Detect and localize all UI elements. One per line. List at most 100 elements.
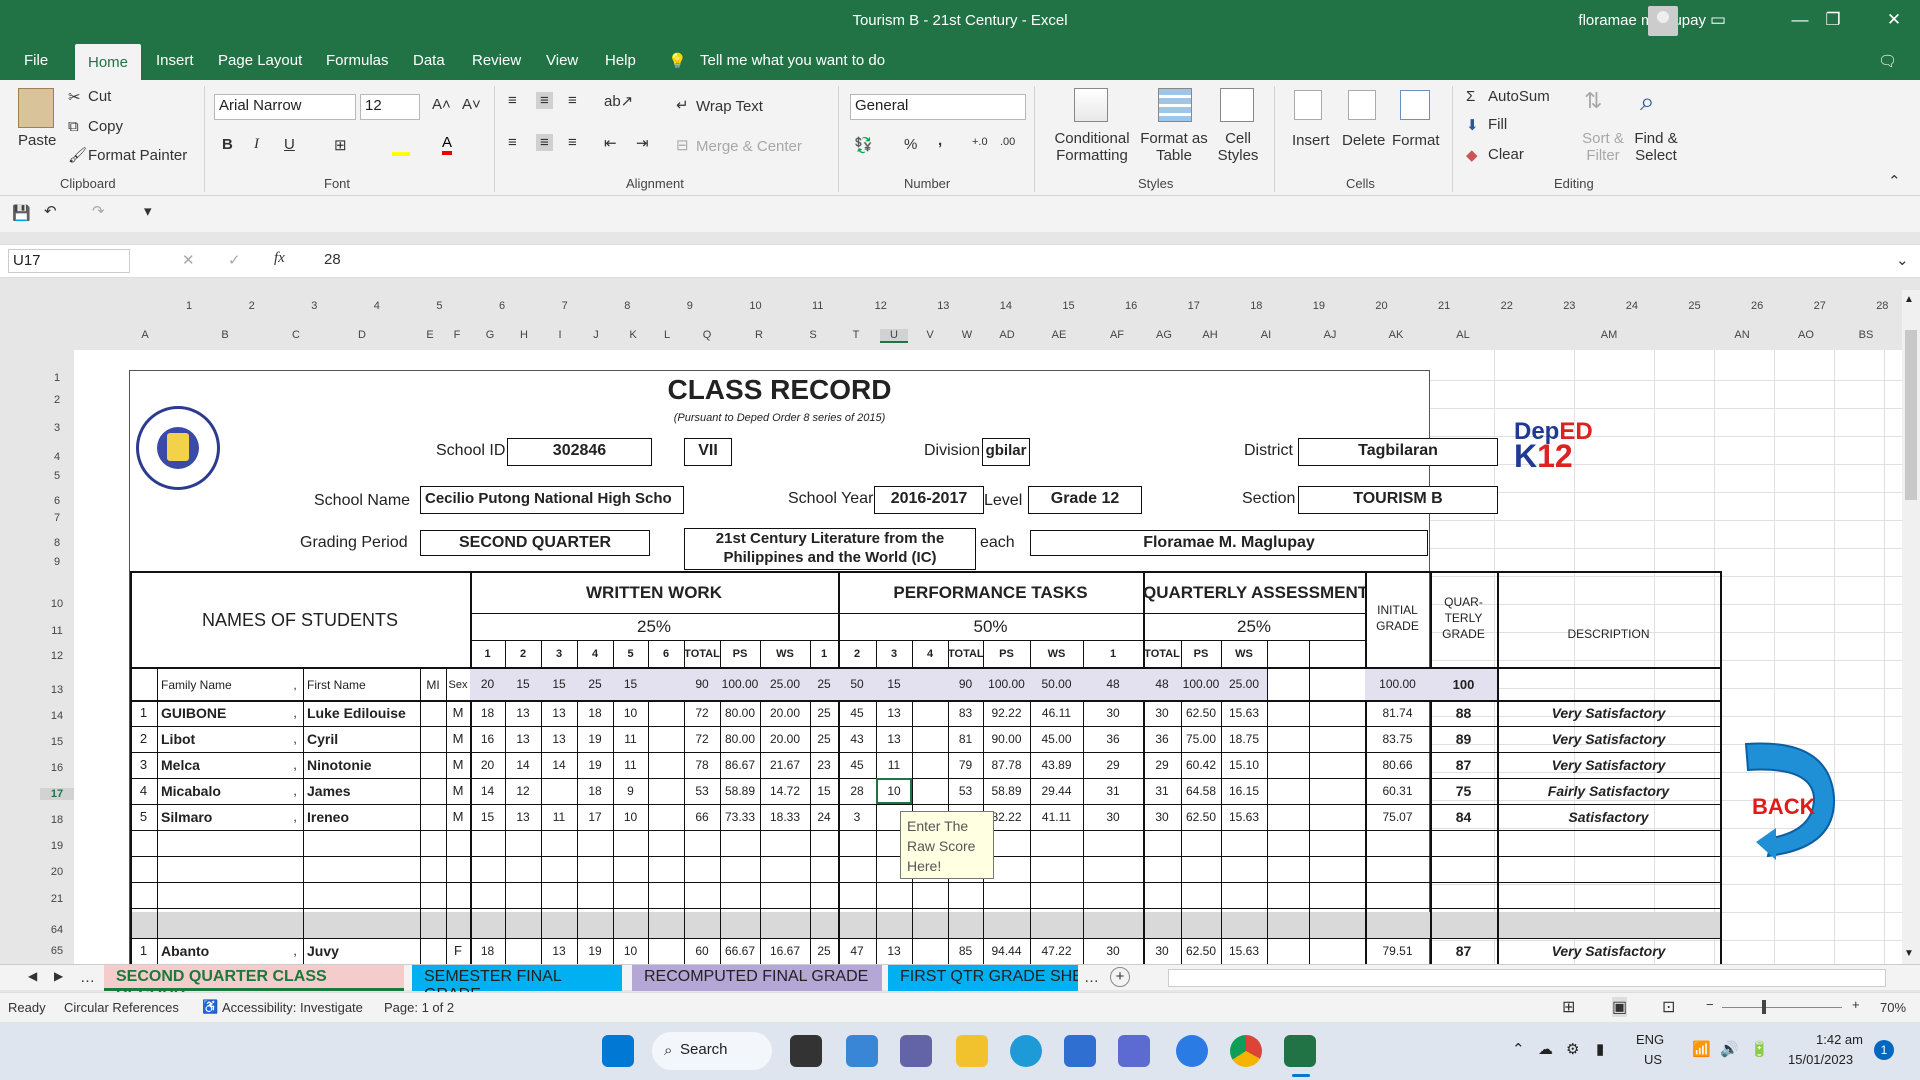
scroll-down-icon[interactable]: ▼ <box>1904 948 1914 959</box>
tab-help[interactable]: Help <box>605 52 636 69</box>
score-cell[interactable]: 81 <box>948 726 983 752</box>
vertical-scrollbar[interactable]: ▲ ▼ <box>1902 290 1920 964</box>
row-header-9[interactable]: 9 <box>40 556 74 568</box>
score-cell[interactable]: 20 <box>470 752 505 778</box>
score-cell[interactable]: 79.51 <box>1365 938 1430 964</box>
hps-cell[interactable]: 15 <box>505 669 541 700</box>
row-header-16[interactable]: 16 <box>40 762 74 774</box>
sheet-tab-semester-final[interactable]: SEMESTER FINAL GRADE <box>412 965 622 1003</box>
score-cell[interactable]: 10 <box>613 804 648 830</box>
district-value[interactable]: Tagbilaran <box>1298 438 1498 466</box>
lang-bottom[interactable]: US <box>1644 1052 1662 1067</box>
name-box[interactable]: U17 <box>8 249 130 273</box>
column-header-bs[interactable]: BS <box>1852 329 1880 341</box>
score-cell[interactable]: 3 <box>838 804 876 830</box>
score-cell[interactable]: 13 <box>876 938 912 964</box>
score-cell[interactable]: 18.33 <box>760 804 810 830</box>
score-cell[interactable]: 13 <box>541 938 577 964</box>
score-cell[interactable]: 87 <box>1430 752 1497 778</box>
column-header-v[interactable]: V <box>916 329 944 341</box>
score-cell[interactable]: 16 <box>470 726 505 752</box>
next-sheet-icon[interactable]: ▶ <box>54 969 63 983</box>
prev-sheet-icon[interactable]: ◀ <box>28 969 37 983</box>
score-cell[interactable] <box>912 752 948 778</box>
score-cell[interactable]: 13 <box>505 700 541 726</box>
score-cell[interactable]: 81.74 <box>1365 700 1430 726</box>
score-cell[interactable]: 36 <box>1143 726 1181 752</box>
zoom-level[interactable]: 70% <box>1880 1000 1906 1015</box>
edge-icon[interactable] <box>1010 1035 1042 1067</box>
column-header-q[interactable]: Q <box>693 329 721 341</box>
volume-icon[interactable]: 🔊 <box>1720 1040 1739 1058</box>
scroll-thumb[interactable] <box>1905 330 1917 500</box>
score-cell[interactable]: 15 <box>810 778 838 804</box>
cut-icon[interactable]: ✂ <box>68 88 81 106</box>
increase-indent-icon[interactable]: ⇥ <box>636 134 649 152</box>
hps-cell[interactable]: 100.00 <box>1181 669 1221 700</box>
score-cell[interactable]: 18 <box>470 700 505 726</box>
increase-font-icon[interactable]: A˄ <box>432 96 451 113</box>
selected-cell[interactable] <box>876 778 912 804</box>
column-header-j[interactable]: J <box>582 329 610 341</box>
restore-icon[interactable]: ❐ <box>1808 0 1858 44</box>
zoom-slider[interactable] <box>1722 1007 1842 1008</box>
score-cell[interactable] <box>912 778 948 804</box>
score-cell[interactable]: 19 <box>577 752 613 778</box>
score-cell[interactable]: 10 <box>613 938 648 964</box>
messenger-icon[interactable] <box>1176 1035 1208 1067</box>
clock-date[interactable]: 15/01/2023 <box>1788 1052 1853 1067</box>
hps-cell[interactable] <box>648 669 684 700</box>
hps-cell[interactable]: 50 <box>838 669 876 700</box>
column-header-u[interactable]: U <box>880 329 908 343</box>
paste-icon[interactable] <box>18 88 54 128</box>
find-select-button[interactable]: Find & Select <box>1628 130 1684 164</box>
school-year-value[interactable]: 2016-2017 <box>874 486 984 514</box>
score-cell[interactable]: 15.10 <box>1221 752 1267 778</box>
align-bottom-icon[interactable]: ≡ <box>568 92 577 109</box>
score-cell[interactable]: 45 <box>838 752 876 778</box>
score-cell[interactable]: 25 <box>810 938 838 964</box>
chrome-icon[interactable] <box>1230 1035 1262 1067</box>
number-format-select[interactable]: General <box>850 94 1026 120</box>
score-cell[interactable]: 80.00 <box>720 726 760 752</box>
user-name[interactable]: floramae maglupay <box>1578 12 1706 29</box>
row-header-8[interactable]: 8 <box>40 537 74 549</box>
normal-view-icon[interactable]: ⊞ <box>1562 997 1575 1017</box>
sheet-tab-first-qtr[interactable]: FIRST QTR GRADE SHEE <box>888 965 1078 991</box>
score-cell[interactable] <box>648 938 684 964</box>
cut-button[interactable]: Cut <box>88 88 111 105</box>
score-cell[interactable]: 45 <box>838 700 876 726</box>
autosum-button[interactable]: AutoSum <box>1488 88 1550 105</box>
column-header-r[interactable]: R <box>745 329 773 341</box>
hps-cell[interactable]: 100.00 <box>720 669 760 700</box>
column-header-h[interactable]: H <box>510 329 538 341</box>
score-cell[interactable]: 60 <box>684 938 720 964</box>
score-cell[interactable]: 25 <box>810 726 838 752</box>
tab-file[interactable]: File <box>24 52 48 69</box>
worksheet[interactable]: CLASS RECORD (Pursuant to Deped Order 8 … <box>74 350 1902 972</box>
column-header-ag[interactable]: AG <box>1150 329 1178 341</box>
decrease-decimal-icon[interactable]: .00 <box>1000 136 1015 148</box>
score-cell[interactable]: 15.63 <box>1221 804 1267 830</box>
score-cell[interactable]: 31 <box>1143 778 1181 804</box>
score-cell[interactable]: 14 <box>470 778 505 804</box>
comma-button[interactable]: , <box>938 132 942 149</box>
column-header-ai[interactable]: AI <box>1252 329 1280 341</box>
copy-button[interactable]: Copy <box>88 118 123 135</box>
score-cell[interactable]: 60.31 <box>1365 778 1430 804</box>
row-header-11[interactable]: 11 <box>40 625 74 637</box>
score-cell[interactable] <box>648 700 684 726</box>
orientation-icon[interactable]: ab↗ <box>604 92 633 110</box>
score-cell[interactable]: 21.67 <box>760 752 810 778</box>
hps-cell[interactable]: 15 <box>541 669 577 700</box>
status-accessibility[interactable]: Accessibility: Investigate <box>222 1000 363 1015</box>
task-view-icon[interactable] <box>790 1035 822 1067</box>
score-cell[interactable]: 18 <box>577 700 613 726</box>
sheet-tab-recomputed[interactable]: RECOMPUTED FINAL GRADE <box>632 965 882 991</box>
score-cell[interactable]: 10 <box>613 700 648 726</box>
score-cell[interactable]: 18 <box>470 938 505 964</box>
column-header-aj[interactable]: AJ <box>1316 329 1344 341</box>
new-sheet-icon[interactable]: + <box>1110 967 1130 987</box>
score-cell[interactable]: 31 <box>1083 778 1143 804</box>
score-cell[interactable]: 29 <box>1143 752 1181 778</box>
